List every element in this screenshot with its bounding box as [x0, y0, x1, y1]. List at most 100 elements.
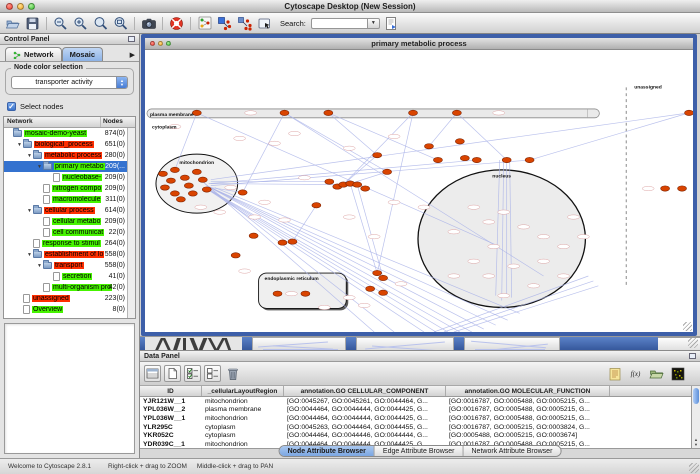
- zoom-button[interactable]: [28, 3, 35, 10]
- network-tree-row[interactable]: multi-organism pro42(0): [4, 282, 135, 293]
- network-node[interactable]: [379, 275, 388, 280]
- network-node[interactable]: [192, 110, 201, 115]
- network-tree-row[interactable]: response to stimul264(0): [4, 238, 135, 249]
- network-tree-row[interactable]: macromolecule311(0): [4, 194, 135, 205]
- tab-node-attribute-browser[interactable]: Node Attribute Browser: [280, 446, 375, 456]
- network-node[interactable]: [249, 233, 258, 238]
- network-node[interactable]: [460, 155, 469, 160]
- close-button[interactable]: [6, 3, 13, 10]
- table-row[interactable]: YKR052Ccytoplasm[GO:0044464, GO:0044446,…: [140, 431, 700, 440]
- expand-arrow-icon[interactable]: ▼: [26, 153, 33, 159]
- network-node[interactable]: [373, 152, 382, 157]
- network-node[interactable]: [166, 178, 175, 183]
- table-column-header[interactable]: _cellularLayoutRegion: [202, 386, 284, 396]
- app-resize-grip[interactable]: [689, 463, 699, 473]
- network-node[interactable]: [288, 239, 297, 244]
- float-panel-icon[interactable]: [689, 353, 696, 359]
- network-node[interactable]: [424, 144, 433, 149]
- tab-overflow-arrow[interactable]: ▶: [130, 51, 137, 61]
- expand-arrow-icon[interactable]: ▼: [36, 263, 43, 269]
- network-node[interactable]: [366, 286, 375, 291]
- network-tree-row[interactable]: mosaic-demo-yeast874(0): [4, 128, 135, 139]
- network-tree-row[interactable]: ▼transport558(0): [4, 260, 135, 271]
- network-tree-row[interactable]: ▼metabolic process280(0): [4, 150, 135, 161]
- expand-arrow-icon[interactable]: ▼: [16, 142, 23, 148]
- table-icon[interactable]: [144, 365, 161, 382]
- network-tree-row[interactable]: ▼primary metabo209(...: [4, 161, 135, 172]
- network-node[interactable]: [324, 110, 333, 115]
- network-node[interactable]: [452, 110, 461, 115]
- network-node[interactable]: [278, 240, 287, 245]
- network-tree-row[interactable]: nitrogen compo209(0): [4, 183, 135, 194]
- network-tree-row[interactable]: ▼biological_process651(0): [4, 139, 135, 150]
- birdseye-view[interactable]: [4, 323, 135, 454]
- network-window-titlebar[interactable]: primary metabolic process: [145, 38, 693, 50]
- background-window-edge[interactable]: [346, 337, 356, 350]
- window-resize-grip[interactable]: [683, 322, 692, 331]
- network-node[interactable]: [192, 169, 201, 174]
- tab-mosaic[interactable]: Mosaic: [62, 47, 103, 61]
- search-dropdown-button[interactable]: ▼: [367, 18, 380, 29]
- network-node[interactable]: [502, 157, 511, 162]
- expand-arrow-icon[interactable]: ▼: [26, 252, 33, 258]
- table-row[interactable]: YLR295Ccytoplasm[GO:0045263, GO:0044464,…: [140, 423, 700, 432]
- network-tree-row[interactable]: Overview8(0): [4, 304, 135, 315]
- network-node[interactable]: [678, 186, 687, 191]
- network-tree-row[interactable]: cell communicat22(0): [4, 227, 135, 238]
- selection-box-icon[interactable]: [256, 15, 273, 32]
- network-node[interactable]: [433, 157, 442, 162]
- tab-network[interactable]: Network: [5, 47, 62, 61]
- network-tree-row[interactable]: secretion41(0): [4, 271, 135, 282]
- network-node[interactable]: [353, 182, 362, 187]
- table-column-header[interactable]: annotation.GO CELLULAR_COMPONENT: [284, 386, 446, 396]
- float-panel-icon[interactable]: [128, 36, 135, 42]
- network-tree-row[interactable]: ▼cellular process614(0): [4, 205, 135, 216]
- network-tree-row[interactable]: unassigned223(0): [4, 293, 135, 304]
- network-node[interactable]: [383, 169, 392, 174]
- layout-blue-icon[interactable]: [216, 15, 233, 32]
- zoom-selected-icon[interactable]: [92, 15, 109, 32]
- network-node[interactable]: [231, 253, 240, 258]
- layout-red-icon[interactable]: [236, 15, 253, 32]
- minimized-window-glyphs[interactable]: [156, 337, 236, 350]
- network-node[interactable]: [202, 187, 211, 192]
- network-node[interactable]: [312, 203, 321, 208]
- new-attribute-icon[interactable]: [164, 365, 181, 382]
- unselect-attributes-icon[interactable]: [204, 365, 221, 382]
- zoom-out-icon[interactable]: [52, 15, 69, 32]
- network-node[interactable]: [301, 291, 310, 296]
- network-node[interactable]: [409, 110, 418, 115]
- network-canvas[interactable]: plasma membrane cytoplasm mitochondrion …: [145, 50, 693, 332]
- network-node[interactable]: [361, 186, 370, 191]
- network-tree-row[interactable]: ▼establishment of lo558(0): [4, 249, 135, 260]
- network-node[interactable]: [238, 190, 247, 195]
- network-node[interactable]: [661, 186, 670, 191]
- network-node[interactable]: [170, 191, 179, 196]
- net-close-button[interactable]: [150, 41, 155, 46]
- scrollbar-buttons[interactable]: ▲▼: [692, 437, 700, 447]
- lifesaver-icon[interactable]: [168, 15, 185, 32]
- tab-edge-attribute-browser[interactable]: Edge Attribute Browser: [375, 446, 464, 456]
- function-icon[interactable]: f(x): [627, 365, 644, 382]
- search-input[interactable]: [311, 18, 367, 29]
- tree-column-nodes[interactable]: Nodes: [101, 117, 135, 127]
- table-row[interactable]: YJR121W__1mitochondrion[GO:0045267, GO:0…: [140, 397, 700, 406]
- network-node[interactable]: [379, 290, 388, 295]
- network-tree-row[interactable]: cellular metabo209(0): [4, 216, 135, 227]
- net-minimize-button[interactable]: [158, 41, 163, 46]
- network-frame-icon[interactable]: [196, 15, 213, 32]
- network-tree-row[interactable]: nucleobase-209(0): [4, 172, 135, 183]
- table-column-header[interactable]: ID: [140, 386, 202, 396]
- background-window-edge[interactable]: [454, 337, 464, 350]
- network-node[interactable]: [280, 110, 289, 115]
- scrollbar-thumb[interactable]: [693, 388, 699, 404]
- node-color-dropdown[interactable]: transporter activity ▲▼: [11, 76, 128, 89]
- trash-icon[interactable]: [224, 365, 241, 382]
- network-node[interactable]: [472, 157, 481, 162]
- network-node[interactable]: [325, 179, 334, 184]
- matrix-icon[interactable]: [669, 365, 686, 382]
- network-node[interactable]: [184, 183, 193, 188]
- camera-icon[interactable]: [140, 15, 157, 32]
- network-node[interactable]: [455, 139, 464, 144]
- annotation-icon[interactable]: [383, 15, 400, 32]
